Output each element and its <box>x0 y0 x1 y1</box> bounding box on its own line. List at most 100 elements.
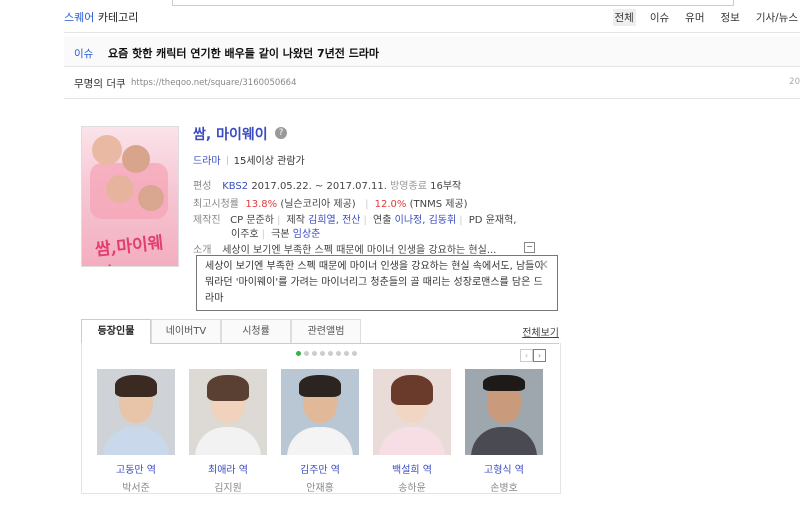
cast-actor[interactable]: 손병호 <box>464 479 544 494</box>
separator: | <box>261 229 265 240</box>
cast-actor[interactable]: 김지원 <box>188 479 268 494</box>
broadcast-dates: 2017.05.22. ~ 2017.07.11. <box>248 181 391 192</box>
director-names[interactable]: 이나정, 김동휘 <box>395 215 457 226</box>
viewership-source-nielsen: (닐슨코리아 제공) <box>280 199 356 210</box>
cast-actor[interactable]: 안재홍 <box>280 479 360 494</box>
carousel-pagination <box>296 351 357 356</box>
cast-member[interactable]: 김주만 역 안재홍 <box>280 369 360 494</box>
crew-label: 제작진 <box>193 215 221 226</box>
writer-name[interactable]: 임상춘 <box>293 229 321 240</box>
author-name: 무명의 더쿠 <box>74 78 126 90</box>
cast-carousel: ‹ › 고동만 역 박서준 최애라 역 김지원 김주만 역 안재홍 백설희 역 … <box>81 343 561 494</box>
cast-photo[interactable] <box>465 369 543 455</box>
cast-member[interactable]: 고형식 역 손병호 <box>464 369 544 494</box>
cast-role[interactable]: 고형식 역 <box>464 461 544 476</box>
top-frame <box>172 0 734 6</box>
drama-poster[interactable]: 쌈,마이웨이 <box>81 126 179 267</box>
writer-label: 극본 <box>271 229 290 240</box>
viewership-row: 최고시청률 13.8% (닐슨코리아 제공) | 12.0% (TNMS 제공) <box>193 195 468 210</box>
cast-role[interactable]: 김주만 역 <box>280 461 360 476</box>
viewership-label: 최고시청률 <box>193 199 239 210</box>
post-title: 요즘 핫한 캐릭터 연기한 배우들 같이 나왔던 7년전 드라마 <box>108 47 380 60</box>
genre[interactable]: 드라마 <box>193 156 221 167</box>
photo-hair <box>391 375 433 405</box>
tab-characters[interactable]: 등장인물 <box>81 319 151 344</box>
episode-count: 16부작 <box>426 181 462 192</box>
category-tab-humor[interactable]: 유머 <box>683 9 706 26</box>
category-tab-news[interactable]: 기사/뉴스 <box>754 9 800 26</box>
genre-line: 드라마 15세이상 관람가 <box>193 152 305 167</box>
cast-photo[interactable] <box>97 369 175 455</box>
summary-label: 소개 <box>193 245 212 256</box>
photo-hair <box>207 375 249 401</box>
page-dot[interactable] <box>336 351 341 356</box>
poster-figure <box>92 135 122 165</box>
page-dot[interactable] <box>344 351 349 356</box>
summary-full-text: 세상이 보기엔 부족한 스펙 때문에 마이너 인생을 강요하는 현실 속에서도,… <box>205 261 544 304</box>
category-nav: 전체 이슈 유머 정보 기사/뉴스 <box>601 9 800 26</box>
summary-row: 소개 세상이 보기엔 부족한 스펙 때문에 마이너 인생을 강요하는 현실... <box>193 241 496 256</box>
poster-title-text: 쌈,마이웨이 <box>94 233 165 266</box>
collapse-toggle-button[interactable]: − <box>524 242 535 253</box>
channel-link[interactable]: KBS2 <box>222 181 248 192</box>
help-icon[interactable]: ? <box>275 127 287 139</box>
cast-member[interactable]: 고동만 역 박서준 <box>96 369 176 494</box>
poster-figure <box>122 145 150 173</box>
separator: | <box>459 215 463 226</box>
photo-hair <box>299 375 341 397</box>
photo-hair <box>115 375 157 397</box>
view-all-link[interactable]: 전체보기 <box>522 324 559 339</box>
age-rating: 15세이상 관람가 <box>233 156 305 167</box>
info-tabs: 등장인물 네이버TV 시청률 관련앨범 전체보기 <box>81 319 559 344</box>
chevron-left-icon[interactable]: ‹ <box>520 349 533 362</box>
post-url[interactable]: https://theqoo.net/square/3160050664 <box>131 78 296 88</box>
close-icon[interactable]: ✕ <box>538 258 549 274</box>
cast-actor[interactable]: 박서준 <box>96 479 176 494</box>
chevron-right-icon[interactable]: › <box>533 349 546 362</box>
summary-popup: 세상이 보기엔 부족한 스펙 때문에 마이너 인생을 강요하는 현실 속에서도,… <box>196 255 558 311</box>
separator <box>226 156 228 165</box>
crew-row-2: 이주호 | 극본 임상춘 <box>231 225 320 240</box>
cast-role[interactable]: 최애라 역 <box>188 461 268 476</box>
category-tab-issue[interactable]: 이슈 <box>648 9 671 26</box>
photo-torso <box>195 427 261 455</box>
photo-torso <box>103 427 169 455</box>
photo-torso <box>471 427 537 455</box>
cast-photo[interactable] <box>189 369 267 455</box>
cast-member[interactable]: 백설희 역 송하윤 <box>372 369 452 494</box>
broadcast-row: 편성 KBS2 2017.05.22. ~ 2017.07.11. 방영종료 1… <box>193 177 461 192</box>
tab-ratings[interactable]: 시청률 <box>221 319 291 343</box>
post-header: 이슈 요즘 핫한 캐릭터 연기한 배우들 같이 나왔던 7년전 드라마 <box>64 36 800 67</box>
photo-torso <box>287 427 353 455</box>
category-title: 스퀘어 카테고리 <box>64 11 139 24</box>
page-dot[interactable] <box>312 351 317 356</box>
cast-photo[interactable] <box>373 369 451 455</box>
post-category-tag[interactable]: 이슈 <box>74 46 93 61</box>
page-dot[interactable] <box>320 351 325 356</box>
category-tab-all[interactable]: 전체 <box>612 9 636 26</box>
viewership-value-tnms: 12.0% <box>374 199 407 210</box>
divider <box>64 32 800 33</box>
page-dot[interactable] <box>304 351 309 356</box>
tab-albums[interactable]: 관련앨범 <box>291 319 361 343</box>
cast-role[interactable]: 백설희 역 <box>372 461 452 476</box>
viewership-source-tnms: (TNMS 제공) <box>409 199 468 210</box>
separator: | <box>363 215 367 226</box>
drama-title[interactable]: 쌈, 마이웨이 <box>193 124 268 144</box>
photo-hair <box>483 375 525 391</box>
cast-photo[interactable] <box>281 369 359 455</box>
page-dot[interactable] <box>328 351 333 356</box>
cast-role[interactable]: 고동만 역 <box>96 461 176 476</box>
broadcast-label: 편성 <box>193 181 212 192</box>
category-bar: 스퀘어 카테고리 전체 이슈 유머 정보 기사/뉴스 <box>64 9 800 29</box>
tab-naver-tv[interactable]: 네이버TV <box>151 319 221 343</box>
cast-member[interactable]: 최애라 역 김지원 <box>188 369 268 494</box>
category-tab-info[interactable]: 정보 <box>718 9 741 26</box>
cast-actor[interactable]: 송하윤 <box>372 479 452 494</box>
page-dot[interactable] <box>352 351 357 356</box>
page-dot[interactable] <box>296 351 301 356</box>
crew-row: 제작진 CP 문준하 | 제작 김희열, 전산 | 연출 이나정, 김동휘 | PD … <box>193 211 516 226</box>
pd-label: PD <box>468 215 483 226</box>
post-meta: 무명의 더쿠 https://theqoo.net/square/3160050… <box>64 70 800 99</box>
separator: | <box>365 199 369 210</box>
